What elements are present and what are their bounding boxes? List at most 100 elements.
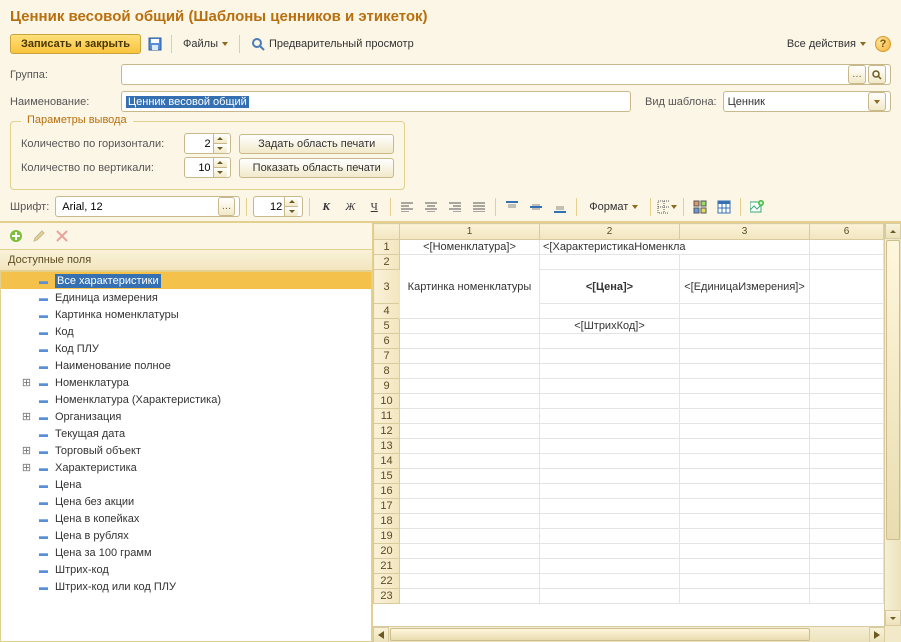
expand-icon[interactable]: ⊞ [21,410,32,424]
cell[interactable] [540,394,680,409]
save-close-button[interactable]: Записать и закрыть [10,34,141,54]
cell[interactable] [400,589,540,604]
cell[interactable] [400,559,540,574]
group-input[interactable]: … [121,64,891,85]
cell[interactable] [810,589,884,604]
align-left-button[interactable] [397,197,417,217]
cell[interactable] [680,424,810,439]
cell[interactable] [400,454,540,469]
spin-down[interactable] [214,168,227,177]
cell[interactable] [540,589,680,604]
cell[interactable] [810,544,884,559]
expand-icon[interactable]: ⊞ [21,444,32,458]
valign-bottom-button[interactable] [550,197,570,217]
hscroll-thumb[interactable] [390,628,810,641]
ellipsis-button[interactable]: … [218,197,236,216]
set-print-area-button[interactable]: Задать область печати [239,134,394,154]
row-header[interactable]: 17 [374,499,400,514]
row-header[interactable]: 1 [374,240,400,255]
cell[interactable] [540,514,680,529]
cell[interactable] [540,544,680,559]
font-size-field[interactable] [258,200,284,214]
cell[interactable] [400,334,540,349]
cell[interactable] [810,349,884,364]
cell[interactable] [810,304,884,319]
spin-down[interactable] [214,144,227,153]
tree-item[interactable]: ⊞▬Номенклатура [1,374,371,391]
tree-item[interactable]: ▬Единица измерения [1,289,371,306]
format-menu[interactable]: Формат [583,198,644,216]
cell[interactable] [400,394,540,409]
cell[interactable] [540,409,680,424]
cell[interactable] [680,514,810,529]
cell[interactable] [540,349,680,364]
template-grid[interactable]: 1 2 3 6 1 <[Номенклатура]> <[Характерист… [373,223,884,604]
cell[interactable] [680,499,810,514]
vscroll-thumb[interactable] [886,240,900,540]
tree-item[interactable]: ⊞▬Характеристика [1,459,371,476]
spinner[interactable] [284,197,298,216]
row-header[interactable]: 2 [374,255,400,270]
cell[interactable] [810,319,884,334]
insert-picture-button[interactable] [747,197,767,217]
cell[interactable] [400,364,540,379]
row-header[interactable]: 18 [374,514,400,529]
cell[interactable] [540,484,680,499]
row-header[interactable]: 22 [374,574,400,589]
row-header[interactable]: 12 [374,424,400,439]
lookup-button[interactable] [868,65,886,84]
row-header[interactable]: 21 [374,559,400,574]
row-header[interactable]: 19 [374,529,400,544]
tree-item[interactable]: ▬Цена в копейках [1,510,371,527]
cell[interactable] [810,529,884,544]
cell[interactable] [680,469,810,484]
tree-item[interactable]: ▬Цена за 100 грамм [1,544,371,561]
row-header[interactable]: 20 [374,544,400,559]
row-header[interactable]: 9 [374,379,400,394]
font-name-field[interactable] [60,200,215,214]
cell[interactable] [680,559,810,574]
scroll-left-button[interactable] [373,627,389,642]
cell[interactable] [810,424,884,439]
cell[interactable] [540,379,680,394]
cell[interactable] [810,255,884,270]
cell[interactable] [540,439,680,454]
row-header[interactable]: 8 [374,364,400,379]
v-count-input[interactable] [184,157,232,178]
cell[interactable] [400,424,540,439]
tree-item[interactable]: ▬Цена в рублях [1,527,371,544]
row-header[interactable]: 11 [374,409,400,424]
cell[interactable] [400,529,540,544]
italic-button[interactable]: Ж [340,197,360,217]
cell[interactable] [540,334,680,349]
cell[interactable] [810,469,884,484]
template-type-select[interactable]: Ценник [723,91,891,112]
row-header[interactable]: 14 [374,454,400,469]
cell[interactable] [680,544,810,559]
help-icon[interactable]: ? [875,36,891,52]
tree-item[interactable]: ▬Цена без акции [1,493,371,510]
spin-up[interactable] [214,158,227,168]
cell[interactable] [540,574,680,589]
cell[interactable] [810,409,884,424]
scroll-down-button[interactable] [885,610,901,626]
corner-header[interactable] [374,224,400,240]
show-print-area-button[interactable]: Показать область печати [239,158,394,178]
insert-table-button[interactable] [714,197,734,217]
cell[interactable] [540,424,680,439]
add-field-button[interactable] [6,226,26,246]
cell[interactable] [680,574,810,589]
col-header[interactable]: 1 [400,224,540,240]
cell[interactable] [400,409,540,424]
h-count-field[interactable] [185,137,213,151]
cell[interactable] [810,484,884,499]
cell[interactable]: <[Номенклатура]> [400,240,540,255]
row-header[interactable]: 13 [374,439,400,454]
row-header[interactable]: 5 [374,319,400,334]
tree-item[interactable]: ▬Штрих-код [1,561,371,578]
cell[interactable] [680,484,810,499]
tree-item[interactable]: ⊞▬Организация [1,408,371,425]
cell[interactable] [400,319,540,334]
cell[interactable] [680,334,810,349]
cell[interactable]: <[Цена]> [540,270,680,304]
